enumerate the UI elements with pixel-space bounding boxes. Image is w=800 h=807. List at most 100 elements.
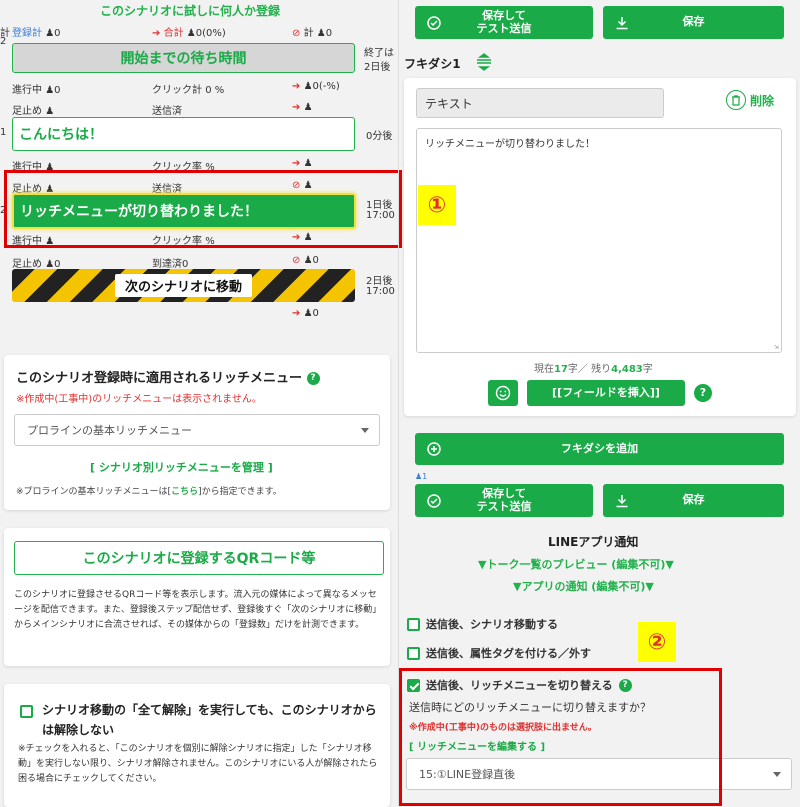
after-send-move-label: 送信後、シナリオ移動する: [426, 618, 558, 631]
drag-handle-icon[interactable]: [474, 53, 494, 71]
release-setting-card: シナリオ移動の「全て解除」を実行しても、このシナリオからは解除しない ※チェック…: [4, 684, 390, 807]
qr-code-button[interactable]: このシナリオに登録するQRコード等: [14, 541, 384, 575]
app-notify-toggle[interactable]: ▼アプリの通知 (編集不可)▼: [513, 578, 654, 594]
scenario-richmenu-select[interactable]: プロラインの基本リッチメニュー: [14, 414, 380, 446]
message-number: 1: [0, 127, 7, 138]
release-checkbox[interactable]: [20, 704, 33, 718]
row-left-number: 2: [0, 36, 7, 47]
out-value: 0(-%): [312, 81, 340, 92]
check-circle-icon: [427, 15, 441, 30]
add-bubble-label: フキダシを追加: [560, 441, 639, 455]
after-send-move-checkbox[interactable]: [407, 617, 420, 631]
move-out-value: 0: [312, 308, 319, 319]
marker-2: ②: [638, 622, 676, 662]
emoji-button[interactable]: [488, 380, 518, 406]
move-timing-days: 2日後: [366, 276, 393, 287]
download-icon: [615, 16, 629, 30]
exit-icon: ➔: [292, 81, 301, 92]
talk-preview-toggle[interactable]: ▼トーク一覧のプレビュー (編集不可)▼: [478, 556, 674, 572]
delete-label: 削除: [750, 93, 775, 108]
user-icon: ♟: [45, 28, 55, 39]
user-icon: ♟: [45, 85, 55, 96]
download-icon: [615, 494, 629, 508]
click-total-label: クリック計: [152, 85, 202, 96]
add-bubble-button[interactable]: フキダシを追加: [415, 433, 784, 465]
bubble-editor-card: テキスト 削除 リッチメニューが切り替わりました！ ⇲ 現在17字／ 残り4,4…: [404, 78, 796, 416]
marker-1: ①: [418, 185, 456, 225]
user-icon: ♟: [303, 102, 313, 113]
richmenu-note-suffix: ]から指定できます。: [198, 487, 282, 497]
highlight-box-2: [399, 668, 722, 806]
scenario-richmenu-card: このシナリオ登録時に適用されるリッチメニュー ? ※作成中(工事中)のリッチメニ…: [4, 355, 390, 510]
next-scenario-move-bar[interactable]: 次のシナリオに移動: [12, 269, 355, 302]
release-title: シナリオ移動の「全て解除」を実行しても、このシナリオからは解除しない: [42, 703, 377, 737]
save-button[interactable]: 保存: [603, 6, 784, 39]
line-notify-title: LINEアプリ通知: [548, 535, 639, 549]
insert-field-button[interactable]: [[フィールドを挿入]]: [527, 380, 685, 406]
resize-handle-icon[interactable]: ⇲: [774, 342, 779, 351]
user-icon: ♟: [303, 81, 313, 92]
sent-label: 送信済: [152, 106, 182, 117]
char-count-suffix: 字: [642, 364, 653, 375]
plus-circle-icon: [427, 442, 441, 456]
check-circle-icon: [427, 493, 441, 508]
trash-icon: [726, 90, 746, 110]
stop-total-value: 0: [325, 28, 333, 39]
richmenu-note-prefix: ※プロラインの基本リッチメニューは[: [16, 487, 172, 497]
richmenu-here-link[interactable]: こちら: [171, 487, 198, 497]
move-timing-time: 17:00: [366, 286, 395, 297]
user-icon: ♟: [316, 28, 326, 39]
exit-icon: ➔: [152, 28, 161, 39]
user-icon: ♟: [186, 28, 196, 39]
save-label: 保存: [682, 15, 705, 29]
wait-time-bar[interactable]: 開始までの待ち時間: [12, 43, 355, 73]
qr-code-card: このシナリオに登録するQRコード等 このシナリオに登録させるQRコード等を表示し…: [4, 528, 390, 666]
user-icon: ♟: [303, 308, 313, 319]
stop-label: 足止め: [12, 106, 42, 117]
user-icon: ♟: [45, 106, 55, 117]
help-icon[interactable]: ?: [306, 372, 320, 385]
char-count-middle: 字／ 残り: [567, 364, 612, 375]
end-label: 終了は: [364, 48, 394, 59]
ban-icon: ⊘: [292, 255, 301, 266]
message-text: リッチメニューが切り替わりました！: [425, 139, 595, 150]
richmenu-warning: ※作成中(工事中)のリッチメニューは表示されません。: [16, 394, 262, 405]
after-send-tag-option[interactable]: 送信後、属性タグを付ける／外す: [407, 645, 591, 661]
user-count: 1: [422, 472, 428, 481]
save-and-test-label: 保存して テスト送信: [476, 8, 532, 35]
manage-richmenu-link[interactable]: シナリオ別リッチメニューを管理: [99, 461, 264, 474]
message-type-field[interactable]: テキスト: [416, 88, 664, 118]
help-icon[interactable]: ?: [694, 384, 712, 402]
exit-icon: ➔: [292, 158, 301, 169]
progress-label: 進行中: [12, 85, 42, 96]
total-value: 0(0%): [195, 28, 226, 39]
trial-register-link[interactable]: このシナリオに試しに何人か登録: [100, 2, 280, 19]
delete-button[interactable]: 削除: [726, 90, 774, 110]
progress-value: 0: [54, 85, 61, 96]
char-count-current: 17: [554, 364, 568, 375]
after-send-move-option[interactable]: 送信後、シナリオ移動する: [407, 616, 558, 632]
register-total-link[interactable]: 登録計: [12, 28, 42, 39]
smile-icon: [495, 385, 511, 401]
richmenu-card-title: このシナリオ登録時に適用されるリッチメニュー: [16, 371, 303, 386]
save-button-2[interactable]: 保存: [603, 484, 784, 517]
register-total-value: 0: [54, 28, 61, 39]
save-and-test-button[interactable]: 保存して テスト送信: [415, 6, 593, 39]
qr-description: このシナリオに登録させるQRコード等を表示します。流入元の媒体によって異なるメッ…: [14, 590, 382, 630]
end-days: 2日後: [364, 62, 391, 73]
message-1-timing: 0分後: [366, 131, 393, 142]
message-1-box[interactable]: こんにちは！: [12, 117, 355, 151]
bubble-title: フキダシ1: [404, 57, 461, 71]
user-icon: ♟: [303, 158, 313, 169]
after-send-tag-checkbox[interactable]: [407, 646, 420, 660]
ban-value: 0: [312, 255, 319, 266]
save-and-test-button-2[interactable]: 保存して テスト送信: [415, 484, 593, 517]
message-textarea[interactable]: リッチメニューが切り替わりました！ ⇲: [416, 128, 782, 353]
exit-icon: ➔: [292, 308, 301, 319]
highlight-box-1: [4, 170, 402, 248]
user-icon: ♟: [303, 255, 313, 266]
stop-total-label: 計: [303, 28, 314, 39]
char-count-left: 4,483: [611, 364, 643, 375]
chevron-down-icon: [361, 428, 369, 433]
release-description: ※チェックを入れると、「このシナリオを個別に解除シナリオに指定」した「シナリオ移…: [18, 744, 378, 784]
